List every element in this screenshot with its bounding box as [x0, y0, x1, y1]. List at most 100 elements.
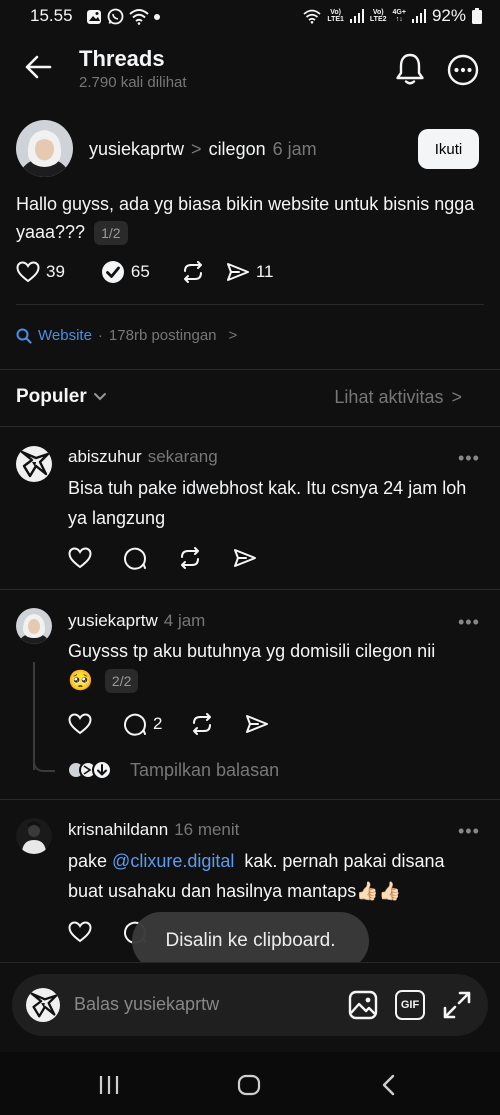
topic-chevron: > [228, 327, 238, 344]
comment-username[interactable]: abiszuhur [68, 447, 142, 467]
comment-time: sekarang [147, 447, 218, 466]
post-location[interactable]: cilegon [209, 139, 266, 160]
comment-username[interactable]: krisnahildann [68, 820, 168, 840]
repost-icon [183, 261, 202, 283]
share-icon[interactable] [245, 713, 269, 735]
comment-icon [124, 713, 146, 736]
page-title: Threads [79, 46, 165, 71]
home-button[interactable] [237, 1074, 261, 1096]
activity-chevron: > [451, 387, 462, 407]
share-button[interactable]: 11 [226, 261, 274, 283]
like-button[interactable]: 39 [16, 261, 65, 283]
comment-icon[interactable] [123, 546, 147, 570]
comment-avatar[interactable] [16, 818, 52, 854]
post-author-avatar[interactable] [16, 120, 73, 177]
status-bar: 15.55 Vo) LTE1 Vo) LTE2 4G+ ↑↓ 92% [0, 0, 500, 34]
gallery-notification-icon [87, 9, 101, 24]
expand-composer-button[interactable] [442, 990, 472, 1020]
notification-icons [86, 8, 160, 25]
like-count: 39 [46, 262, 65, 281]
comment-text: Guysss tp aku butuhnya yg domisili cileg… [68, 641, 436, 661]
back-icon [382, 1074, 395, 1096]
system-nav-bar [0, 1052, 500, 1115]
heart-icon [16, 261, 40, 283]
bell-icon [396, 53, 424, 85]
reply-button[interactable]: 2 [123, 712, 162, 736]
heart-icon[interactable] [68, 921, 92, 943]
comment-avatar[interactable] [16, 608, 52, 644]
thread-line-curve [33, 760, 55, 772]
share-icon [226, 263, 249, 281]
reply-count: 2 [153, 714, 163, 733]
battery-percent: 92% [431, 6, 466, 25]
post-text: Hallo guyss, ada yg biasa bikin website … [16, 194, 475, 242]
comment-actions: 2 [68, 712, 269, 736]
thread-header: Threads 2.790 kali dilihat [0, 38, 500, 102]
image-icon [348, 990, 378, 1020]
comment-options-button[interactable]: ••• [458, 448, 480, 469]
view-count: 2.790 kali dilihat [79, 74, 187, 91]
heart-icon[interactable] [68, 547, 92, 569]
notifications-button[interactable] [394, 52, 426, 86]
recents-icon [99, 1076, 119, 1094]
back-button[interactable] [24, 54, 52, 80]
section-divider [0, 426, 500, 427]
repost-icon[interactable] [178, 547, 202, 569]
topic-row[interactable]: Website · 178rb postingan > [16, 327, 237, 344]
reposted-button[interactable]: 65 [101, 260, 150, 284]
topic-name[interactable]: Website [38, 327, 92, 344]
follow-button[interactable]: Ikuti [418, 129, 479, 169]
repost-check-icon [101, 261, 124, 283]
reply-composer[interactable]: Balas yusiekaprtw GIF [12, 974, 488, 1036]
repost-icon[interactable] [190, 713, 214, 735]
wifi-icon [303, 9, 321, 24]
show-replies-link[interactable]: Tampilkan balasan [66, 759, 279, 781]
network-1-label: Vo) LTE1 [327, 9, 344, 23]
comment-divider [0, 589, 500, 590]
comment-options-button[interactable]: ••• [458, 821, 480, 842]
share-icon[interactable] [233, 547, 257, 569]
quote-button[interactable] [181, 261, 205, 283]
status-time: 15.55 [30, 6, 73, 25]
post-username[interactable]: yusiekaprtw [89, 139, 184, 160]
comment-pager: 2/2 [104, 668, 139, 693]
comment-username[interactable]: yusiekaprtw [68, 611, 158, 631]
system-back-button[interactable] [380, 1074, 396, 1096]
attach-image-button[interactable] [348, 990, 378, 1020]
signal-1-icon [349, 9, 364, 23]
pleading-emoji: 🥺 [68, 670, 93, 692]
location-separator: > [191, 139, 202, 159]
system-icons: Vo) LTE1 Vo) LTE2 4G+ ↑↓ 92% [303, 6, 482, 26]
recents-button[interactable] [98, 1075, 120, 1095]
sort-dropdown[interactable]: Populer [16, 386, 107, 408]
more-icon [447, 54, 479, 86]
post-body: Hallo guyss, ada yg biasa bikin website … [16, 190, 486, 246]
post-meta: yusiekaprtw > cilegon 6 jam [89, 139, 317, 160]
comment-text: Bisa tuh pake idwebhost kak. Itu csnya 2… [68, 478, 467, 528]
comment-meta: krisnahildann 16 menit [68, 820, 239, 840]
comment-avatar[interactable] [16, 446, 52, 482]
comment-text: pake @clixure.digital kak. pernah pakai … [68, 846, 478, 906]
thread-options-button[interactable] [447, 54, 479, 86]
post-actions: 39 65 11 [16, 260, 274, 284]
comment-text-before: pake [68, 851, 113, 871]
more-notifications-dot [154, 13, 160, 20]
section-divider [0, 369, 500, 370]
signal-2-icon [411, 9, 426, 23]
mention-link[interactable]: @clixure.digital [112, 851, 234, 871]
comment-options-button[interactable]: ••• [458, 612, 480, 633]
comment-time: 4 jam [163, 611, 206, 630]
topic-count: 178rb postingan [108, 327, 217, 344]
chevron-down-icon [93, 393, 106, 401]
divider [16, 304, 484, 305]
reply-input-placeholder[interactable]: Balas yusiekaprtw [74, 994, 219, 1015]
share-count: 11 [255, 262, 274, 281]
view-activity-link[interactable]: Lihat aktivitas > [334, 387, 462, 408]
gif-label: GIF [400, 999, 420, 1011]
gif-icon[interactable]: GIF [395, 990, 425, 1020]
heart-icon[interactable] [68, 713, 92, 735]
home-icon [237, 1074, 261, 1096]
comment-actions [68, 546, 257, 570]
post-time: 6 jam [272, 139, 317, 159]
show-replies-label: Tampilkan balasan [130, 759, 280, 780]
